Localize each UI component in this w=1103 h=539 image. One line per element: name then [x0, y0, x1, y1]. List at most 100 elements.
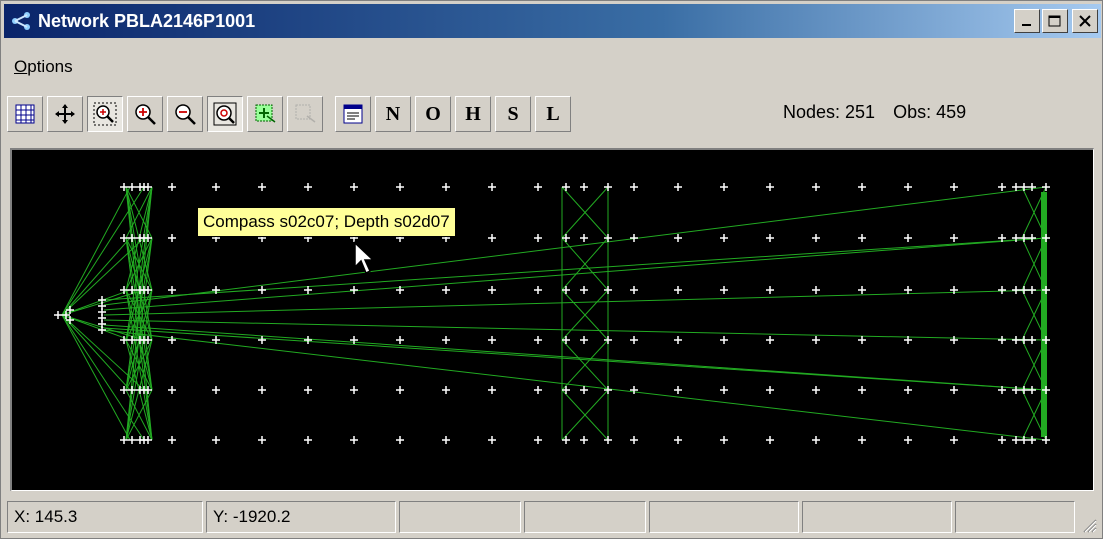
network-node[interactable]	[580, 286, 588, 294]
network-node[interactable]	[998, 286, 1006, 294]
network-node[interactable]	[1020, 386, 1028, 394]
network-node[interactable]	[534, 286, 542, 294]
network-node[interactable]	[950, 183, 958, 191]
zoom-in-button[interactable]	[127, 96, 163, 132]
network-node[interactable]	[212, 436, 220, 444]
network-node[interactable]	[720, 436, 728, 444]
network-node[interactable]	[812, 286, 820, 294]
network-node[interactable]	[140, 183, 148, 191]
network-node[interactable]	[812, 386, 820, 394]
network-node[interactable]	[1012, 386, 1020, 394]
network-node[interactable]	[488, 386, 496, 394]
network-node[interactable]	[674, 336, 682, 344]
network-node[interactable]	[904, 286, 912, 294]
network-node[interactable]	[534, 386, 542, 394]
zoom-window-button[interactable]	[87, 96, 123, 132]
network-node[interactable]	[1028, 436, 1036, 444]
observation-line[interactable]	[61, 289, 131, 316]
network-node[interactable]	[258, 183, 266, 191]
network-node[interactable]	[904, 234, 912, 242]
network-node[interactable]	[630, 386, 638, 394]
maximize-button[interactable]	[1042, 9, 1068, 33]
network-node[interactable]	[534, 336, 542, 344]
network-node[interactable]	[212, 386, 220, 394]
network-node[interactable]	[720, 183, 728, 191]
network-node[interactable]	[674, 234, 682, 242]
network-node[interactable]	[630, 436, 638, 444]
network-node[interactable]	[1028, 386, 1036, 394]
network-node[interactable]	[720, 386, 728, 394]
network-node[interactable]	[1020, 286, 1028, 294]
network-node[interactable]	[858, 436, 866, 444]
network-node[interactable]	[488, 436, 496, 444]
observation-line[interactable]	[61, 186, 145, 316]
minimize-button[interactable]	[1014, 9, 1040, 33]
network-node[interactable]	[904, 436, 912, 444]
network-node[interactable]	[128, 183, 136, 191]
network-node[interactable]	[168, 286, 176, 294]
network-node[interactable]	[128, 436, 136, 444]
network-node[interactable]	[562, 436, 570, 444]
network-node[interactable]	[812, 234, 820, 242]
network-node[interactable]	[168, 183, 176, 191]
observation-line[interactable]	[61, 314, 131, 341]
network-node[interactable]	[580, 183, 588, 191]
network-node[interactable]	[168, 436, 176, 444]
network-node[interactable]	[580, 336, 588, 344]
network-node[interactable]	[1012, 336, 1020, 344]
network-node[interactable]	[858, 183, 866, 191]
network-node[interactable]	[396, 386, 404, 394]
network-node[interactable]	[562, 386, 570, 394]
network-node[interactable]	[1028, 286, 1036, 294]
select-obs-button[interactable]	[287, 96, 323, 132]
network-node[interactable]	[168, 234, 176, 242]
network-node[interactable]	[950, 234, 958, 242]
network-node[interactable]	[998, 436, 1006, 444]
network-node[interactable]	[304, 183, 312, 191]
network-node[interactable]	[442, 286, 450, 294]
network-node[interactable]	[1028, 336, 1036, 344]
network-node[interactable]	[858, 286, 866, 294]
network-node[interactable]	[258, 436, 266, 444]
network-node[interactable]	[904, 386, 912, 394]
network-node[interactable]	[766, 336, 774, 344]
network-node[interactable]	[674, 286, 682, 294]
network-node[interactable]	[950, 336, 958, 344]
network-node[interactable]	[674, 436, 682, 444]
select-node-button[interactable]	[247, 96, 283, 132]
network-node[interactable]	[950, 386, 958, 394]
network-node[interactable]	[720, 234, 728, 242]
observation-line[interactable]	[61, 314, 131, 441]
network-node[interactable]	[304, 336, 312, 344]
zoom-extents-button[interactable]	[207, 96, 243, 132]
menu-options[interactable]: Options	[4, 57, 83, 77]
network-node[interactable]	[396, 336, 404, 344]
network-node[interactable]	[258, 386, 266, 394]
observation-line[interactable]	[61, 186, 131, 316]
network-node[interactable]	[562, 234, 570, 242]
grid-button[interactable]	[7, 96, 43, 132]
network-node[interactable]	[1042, 183, 1050, 191]
network-node[interactable]	[488, 286, 496, 294]
network-node[interactable]	[998, 336, 1006, 344]
network-node[interactable]	[904, 183, 912, 191]
pan-button[interactable]	[47, 96, 83, 132]
network-node[interactable]	[630, 234, 638, 242]
properties-button[interactable]	[335, 96, 371, 132]
network-node[interactable]	[258, 286, 266, 294]
network-node[interactable]	[258, 336, 266, 344]
network-node[interactable]	[350, 183, 358, 191]
network-node[interactable]	[1012, 286, 1020, 294]
observation-line[interactable]	[61, 314, 145, 441]
network-node[interactable]	[1020, 336, 1028, 344]
toolbar-n-button[interactable]: N	[375, 96, 411, 132]
network-node[interactable]	[720, 286, 728, 294]
observation-line[interactable]	[103, 289, 1047, 316]
network-node[interactable]	[766, 286, 774, 294]
network-node[interactable]	[950, 436, 958, 444]
network-node[interactable]	[720, 336, 728, 344]
resize-grip-icon[interactable]	[1081, 517, 1097, 533]
network-node[interactable]	[580, 436, 588, 444]
network-node[interactable]	[396, 183, 404, 191]
network-node[interactable]	[212, 183, 220, 191]
